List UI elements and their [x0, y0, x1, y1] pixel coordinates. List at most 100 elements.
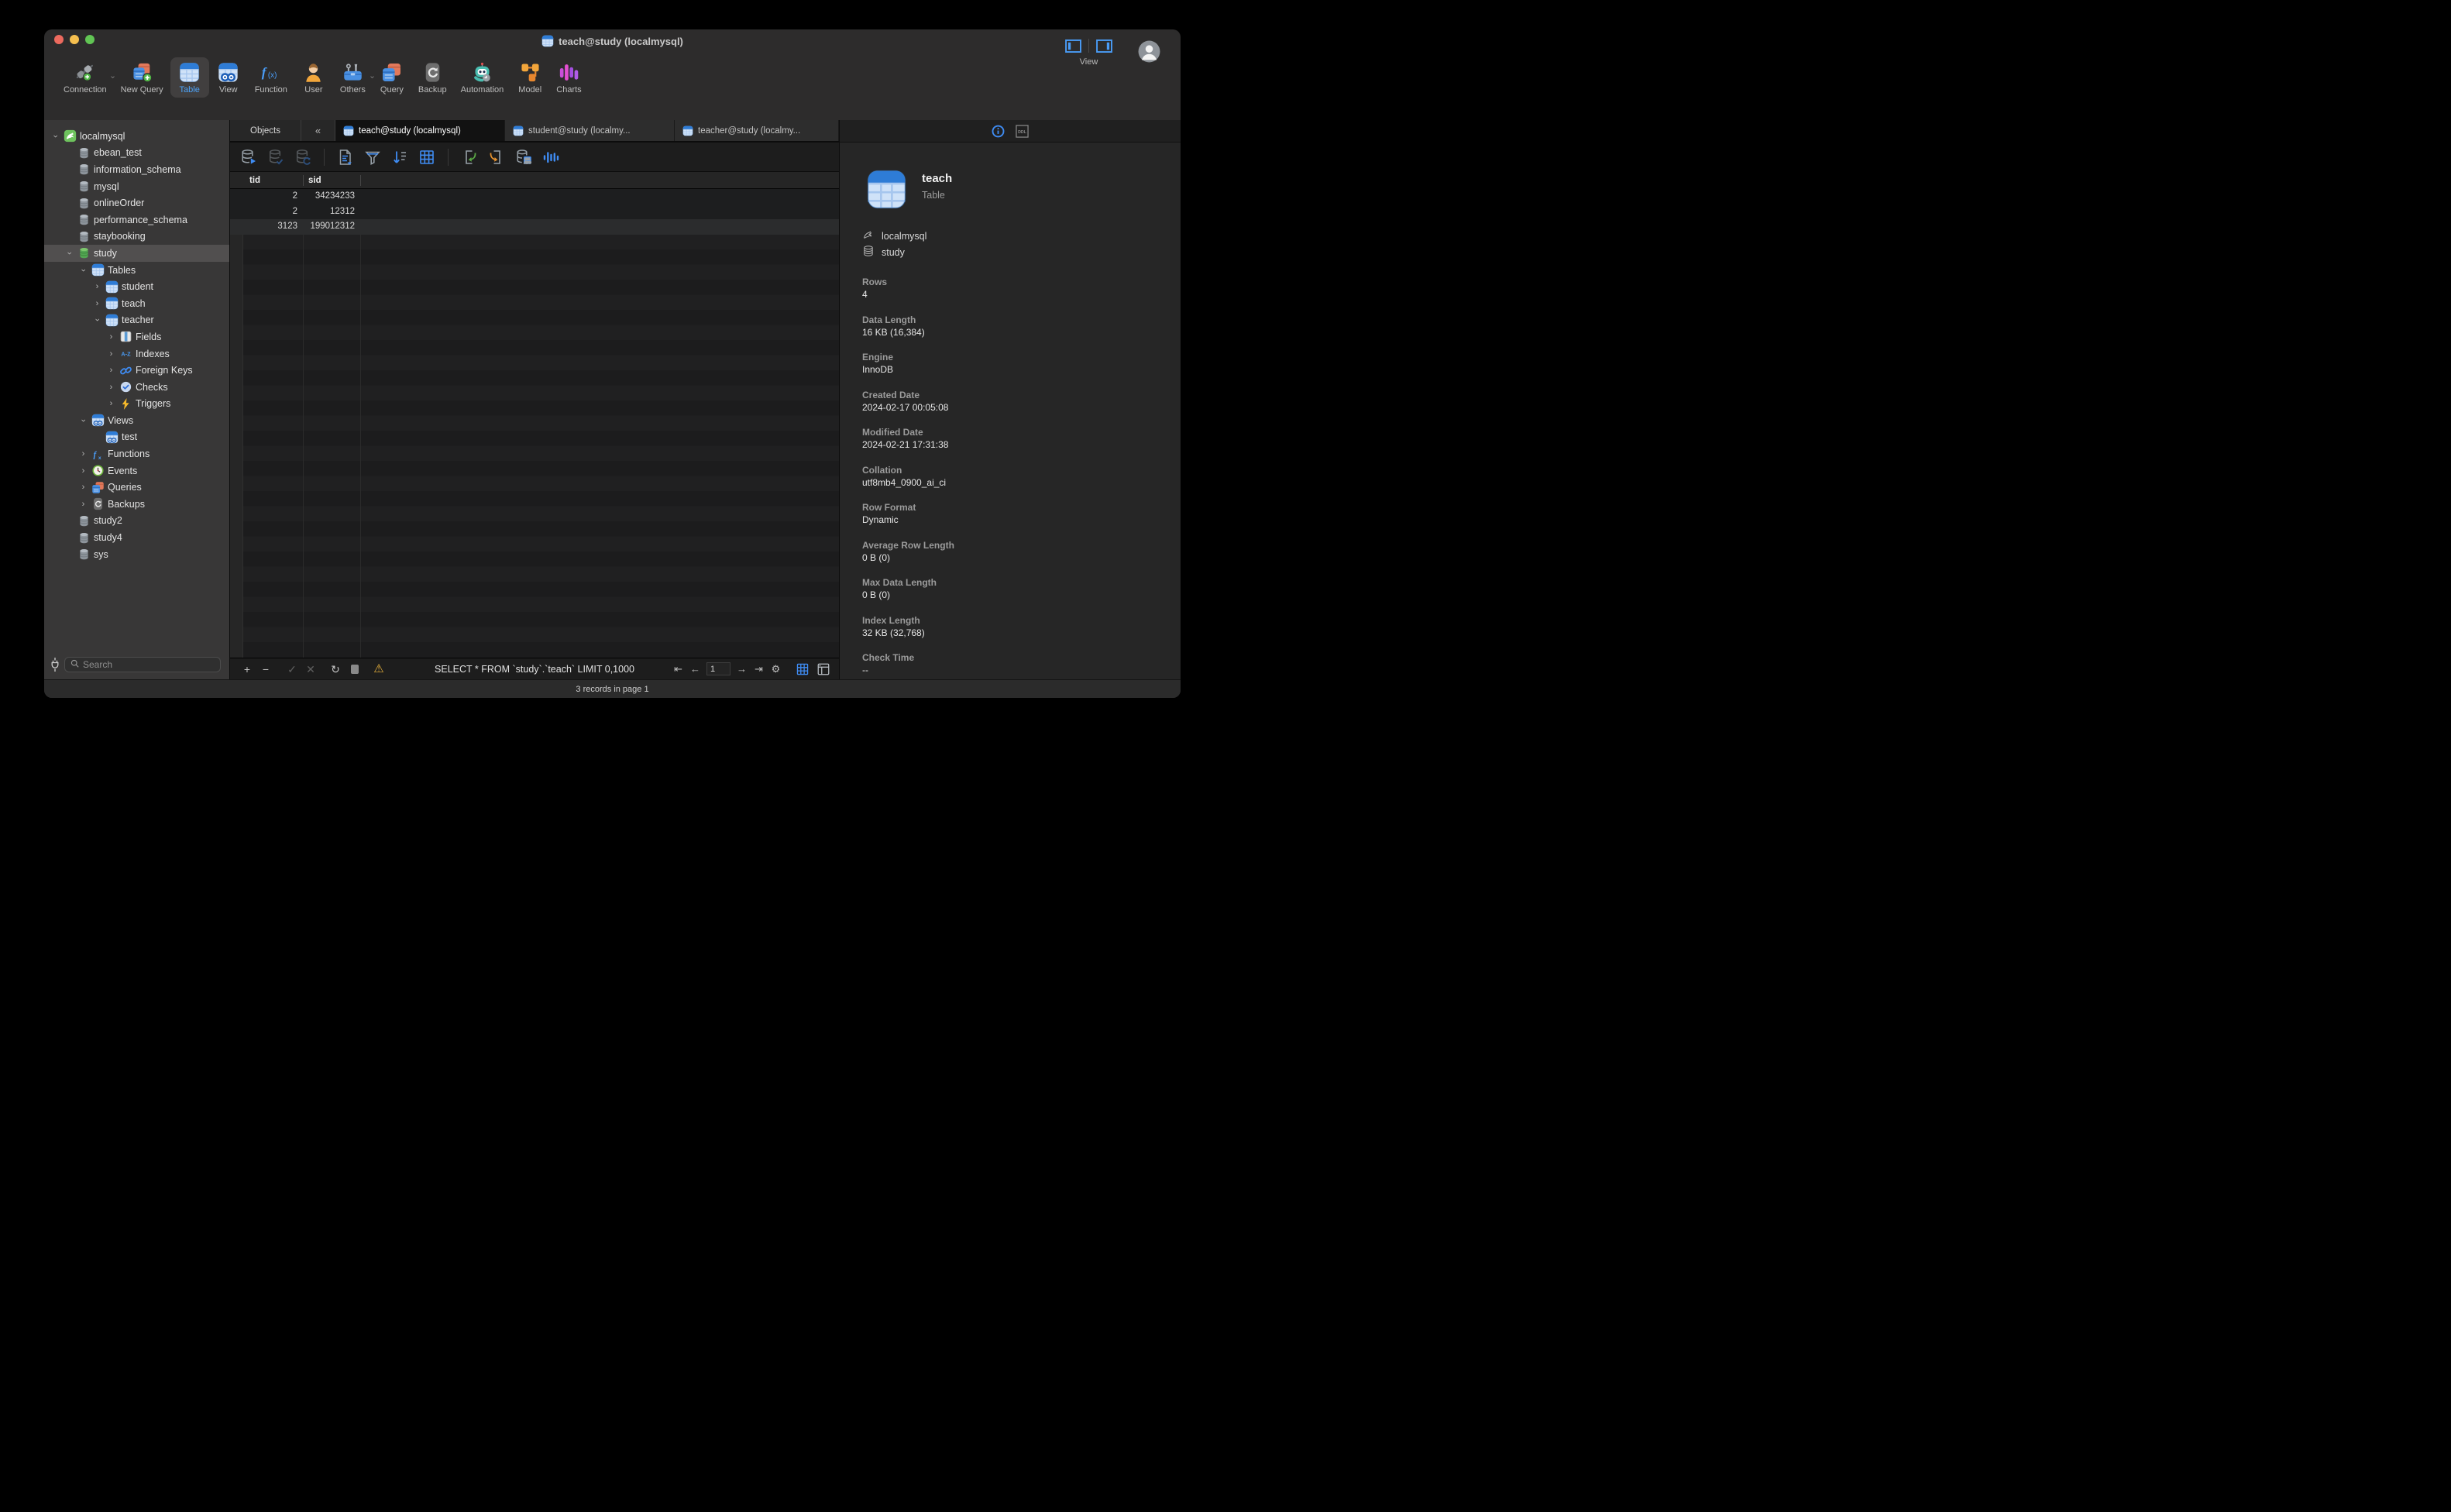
sidebar-item-staybooking[interactable]: staybooking	[44, 229, 229, 246]
user-avatar[interactable]	[1138, 40, 1160, 63]
chevron-icon[interactable]: ›	[92, 299, 102, 308]
sidebar-item-fields[interactable]: › Fields	[44, 328, 229, 345]
form-view-button[interactable]	[816, 662, 831, 677]
table-row-1[interactable]: 2 34234233	[230, 189, 839, 204]
cell-tid[interactable]: 2	[230, 189, 303, 204]
ddl-tab-icon[interactable]: DDL	[1016, 124, 1029, 138]
row-selector-gutter[interactable]	[230, 172, 243, 658]
chevron-icon[interactable]: ›	[65, 248, 74, 258]
grid-toolbar-begin-transaction[interactable]	[239, 148, 258, 167]
grid-view-button[interactable]	[795, 662, 810, 677]
sidebar-item-functions[interactable]: › fx Functions	[44, 445, 229, 462]
next-page-button[interactable]: →	[736, 663, 748, 675]
sidebar-item-onlineorder[interactable]: onlineOrder	[44, 194, 229, 211]
sidebar-item-table-teach[interactable]: › teach	[44, 295, 229, 312]
grid-toolbar-commit[interactable]	[266, 148, 285, 167]
info-tab-icon[interactable]	[992, 125, 1005, 138]
page-settings-button[interactable]: ⚙	[770, 663, 782, 675]
grid-toolbar-rollback[interactable]	[294, 148, 312, 167]
refresh-button[interactable]: ↻	[329, 659, 342, 679]
sidebar-item-ebean-test[interactable]: ebean_test	[44, 145, 229, 162]
cell-sid[interactable]: 12312	[303, 204, 360, 220]
sidebar-item-events[interactable]: › Events	[44, 462, 229, 479]
sidebar-item-sys[interactable]: sys	[44, 546, 229, 563]
toggle-left-pane-button[interactable]	[1065, 39, 1081, 53]
chevron-icon[interactable]: ›	[78, 500, 88, 509]
toolbar-item-new-query[interactable]: New Query	[114, 57, 170, 98]
chevron-icon[interactable]: ›	[93, 315, 102, 325]
toolbar-item-connection[interactable]: › Connection	[57, 57, 117, 98]
chevron-icon[interactable]: ›	[51, 131, 60, 141]
collapse-tabs-button[interactable]: «	[301, 120, 335, 141]
sidebar-item-triggers[interactable]: › Triggers	[44, 396, 229, 413]
sidebar-item-table-teacher[interactable]: › teacher	[44, 312, 229, 329]
add-record-button[interactable]: +	[241, 659, 253, 679]
grid-toolbar-grid-view[interactable]	[418, 148, 436, 167]
chevron-icon[interactable]: ›	[92, 282, 102, 291]
toolbar-item-function[interactable]: f (x) Function	[248, 57, 294, 98]
chevron-icon[interactable]: ›	[79, 265, 88, 275]
chevron-icon[interactable]: ›	[106, 383, 116, 392]
page-number-input[interactable]	[706, 662, 730, 675]
sidebar-item-foreign-keys[interactable]: › Foreign Keys	[44, 362, 229, 379]
cell-tid[interactable]: 3123	[230, 219, 303, 235]
toolbar-item-charts[interactable]: Charts	[549, 57, 588, 98]
stop-button[interactable]	[351, 664, 359, 674]
toolbar-item-view[interactable]: View	[209, 57, 248, 98]
chevron-icon[interactable]: ›	[106, 332, 116, 342]
chevron-icon[interactable]: ›	[78, 483, 88, 492]
grid-toolbar-import-wizard[interactable]	[460, 148, 479, 167]
grid-toolbar-sort[interactable]	[390, 148, 409, 167]
toolbar-item-query[interactable]: Query	[373, 57, 411, 98]
toolbar-item-others[interactable]: › Others	[333, 57, 376, 98]
toolbar-item-automation[interactable]: Automation	[454, 57, 511, 98]
tab-student[interactable]: student@study (localmy...	[505, 120, 675, 141]
connection-filter-icon[interactable]	[49, 657, 61, 672]
toggle-right-pane-button[interactable]	[1096, 39, 1112, 53]
table-row-2[interactable]: 2 12312	[230, 204, 839, 220]
last-page-button[interactable]: ⇥	[753, 663, 765, 675]
grid-toolbar-charts[interactable]	[541, 148, 560, 167]
chevron-icon[interactable]: ›	[79, 415, 88, 425]
toolbar-item-model[interactable]: Model	[510, 57, 549, 98]
first-page-button[interactable]: ⇤	[672, 663, 684, 675]
chevron-icon[interactable]: ›	[106, 349, 116, 359]
sidebar-item-checks[interactable]: › Checks	[44, 379, 229, 396]
sidebar-item-study2[interactable]: study2	[44, 513, 229, 530]
sidebar-item-study[interactable]: › study	[44, 245, 229, 262]
sidebar-item-queries[interactable]: › Queries	[44, 479, 229, 496]
table-row-3[interactable]: 3123 199012312	[230, 219, 839, 235]
toolbar-item-user[interactable]: User	[294, 57, 333, 98]
cell-tid[interactable]: 2	[230, 204, 303, 220]
header-divider[interactable]	[303, 175, 304, 186]
sidebar-item-backups[interactable]: › Backups	[44, 496, 229, 513]
chevron-icon[interactable]: ›	[106, 399, 116, 408]
sidebar-item-tables[interactable]: › Tables	[44, 262, 229, 279]
sidebar-item-views[interactable]: › Views	[44, 412, 229, 429]
sidebar-item-study4[interactable]: study4	[44, 529, 229, 546]
chevron-icon[interactable]: ›	[78, 449, 88, 459]
search-input[interactable]	[83, 659, 215, 670]
column-header-sid[interactable]: sid	[308, 172, 321, 189]
cell-sid[interactable]: 199012312	[303, 219, 360, 235]
prev-page-button[interactable]: ←	[689, 663, 701, 675]
tab-objects[interactable]: Objects	[230, 120, 301, 141]
sidebar-item-information-schema[interactable]: information_schema	[44, 161, 229, 178]
grid-toolbar-data-generation[interactable]: 101 ABC	[514, 148, 533, 167]
apply-changes-button[interactable]: ✓	[286, 659, 298, 679]
search-box[interactable]	[64, 657, 221, 672]
toolbar-item-table[interactable]: Table	[170, 57, 209, 98]
chevron-icon[interactable]: ›	[106, 366, 116, 375]
column-header-tid[interactable]: tid	[249, 172, 260, 189]
header-divider[interactable]	[360, 175, 361, 186]
toolbar-item-backup[interactable]: Backup	[411, 57, 454, 98]
sidebar-item-view-test[interactable]: test	[44, 429, 229, 446]
cell-sid[interactable]: 34234233	[303, 189, 360, 204]
sidebar-item-performance-schema[interactable]: performance_schema	[44, 211, 229, 229]
tab-teach[interactable]: teach@study (localmysql)	[335, 120, 505, 141]
sidebar-item-indexes[interactable]: › A-Z Indexes	[44, 345, 229, 363]
delete-record-button[interactable]: −	[260, 659, 272, 679]
grid-toolbar-text-options[interactable]	[336, 148, 355, 167]
sidebar-item-table-student[interactable]: › student	[44, 278, 229, 295]
grid-toolbar-export-wizard[interactable]	[487, 148, 506, 167]
